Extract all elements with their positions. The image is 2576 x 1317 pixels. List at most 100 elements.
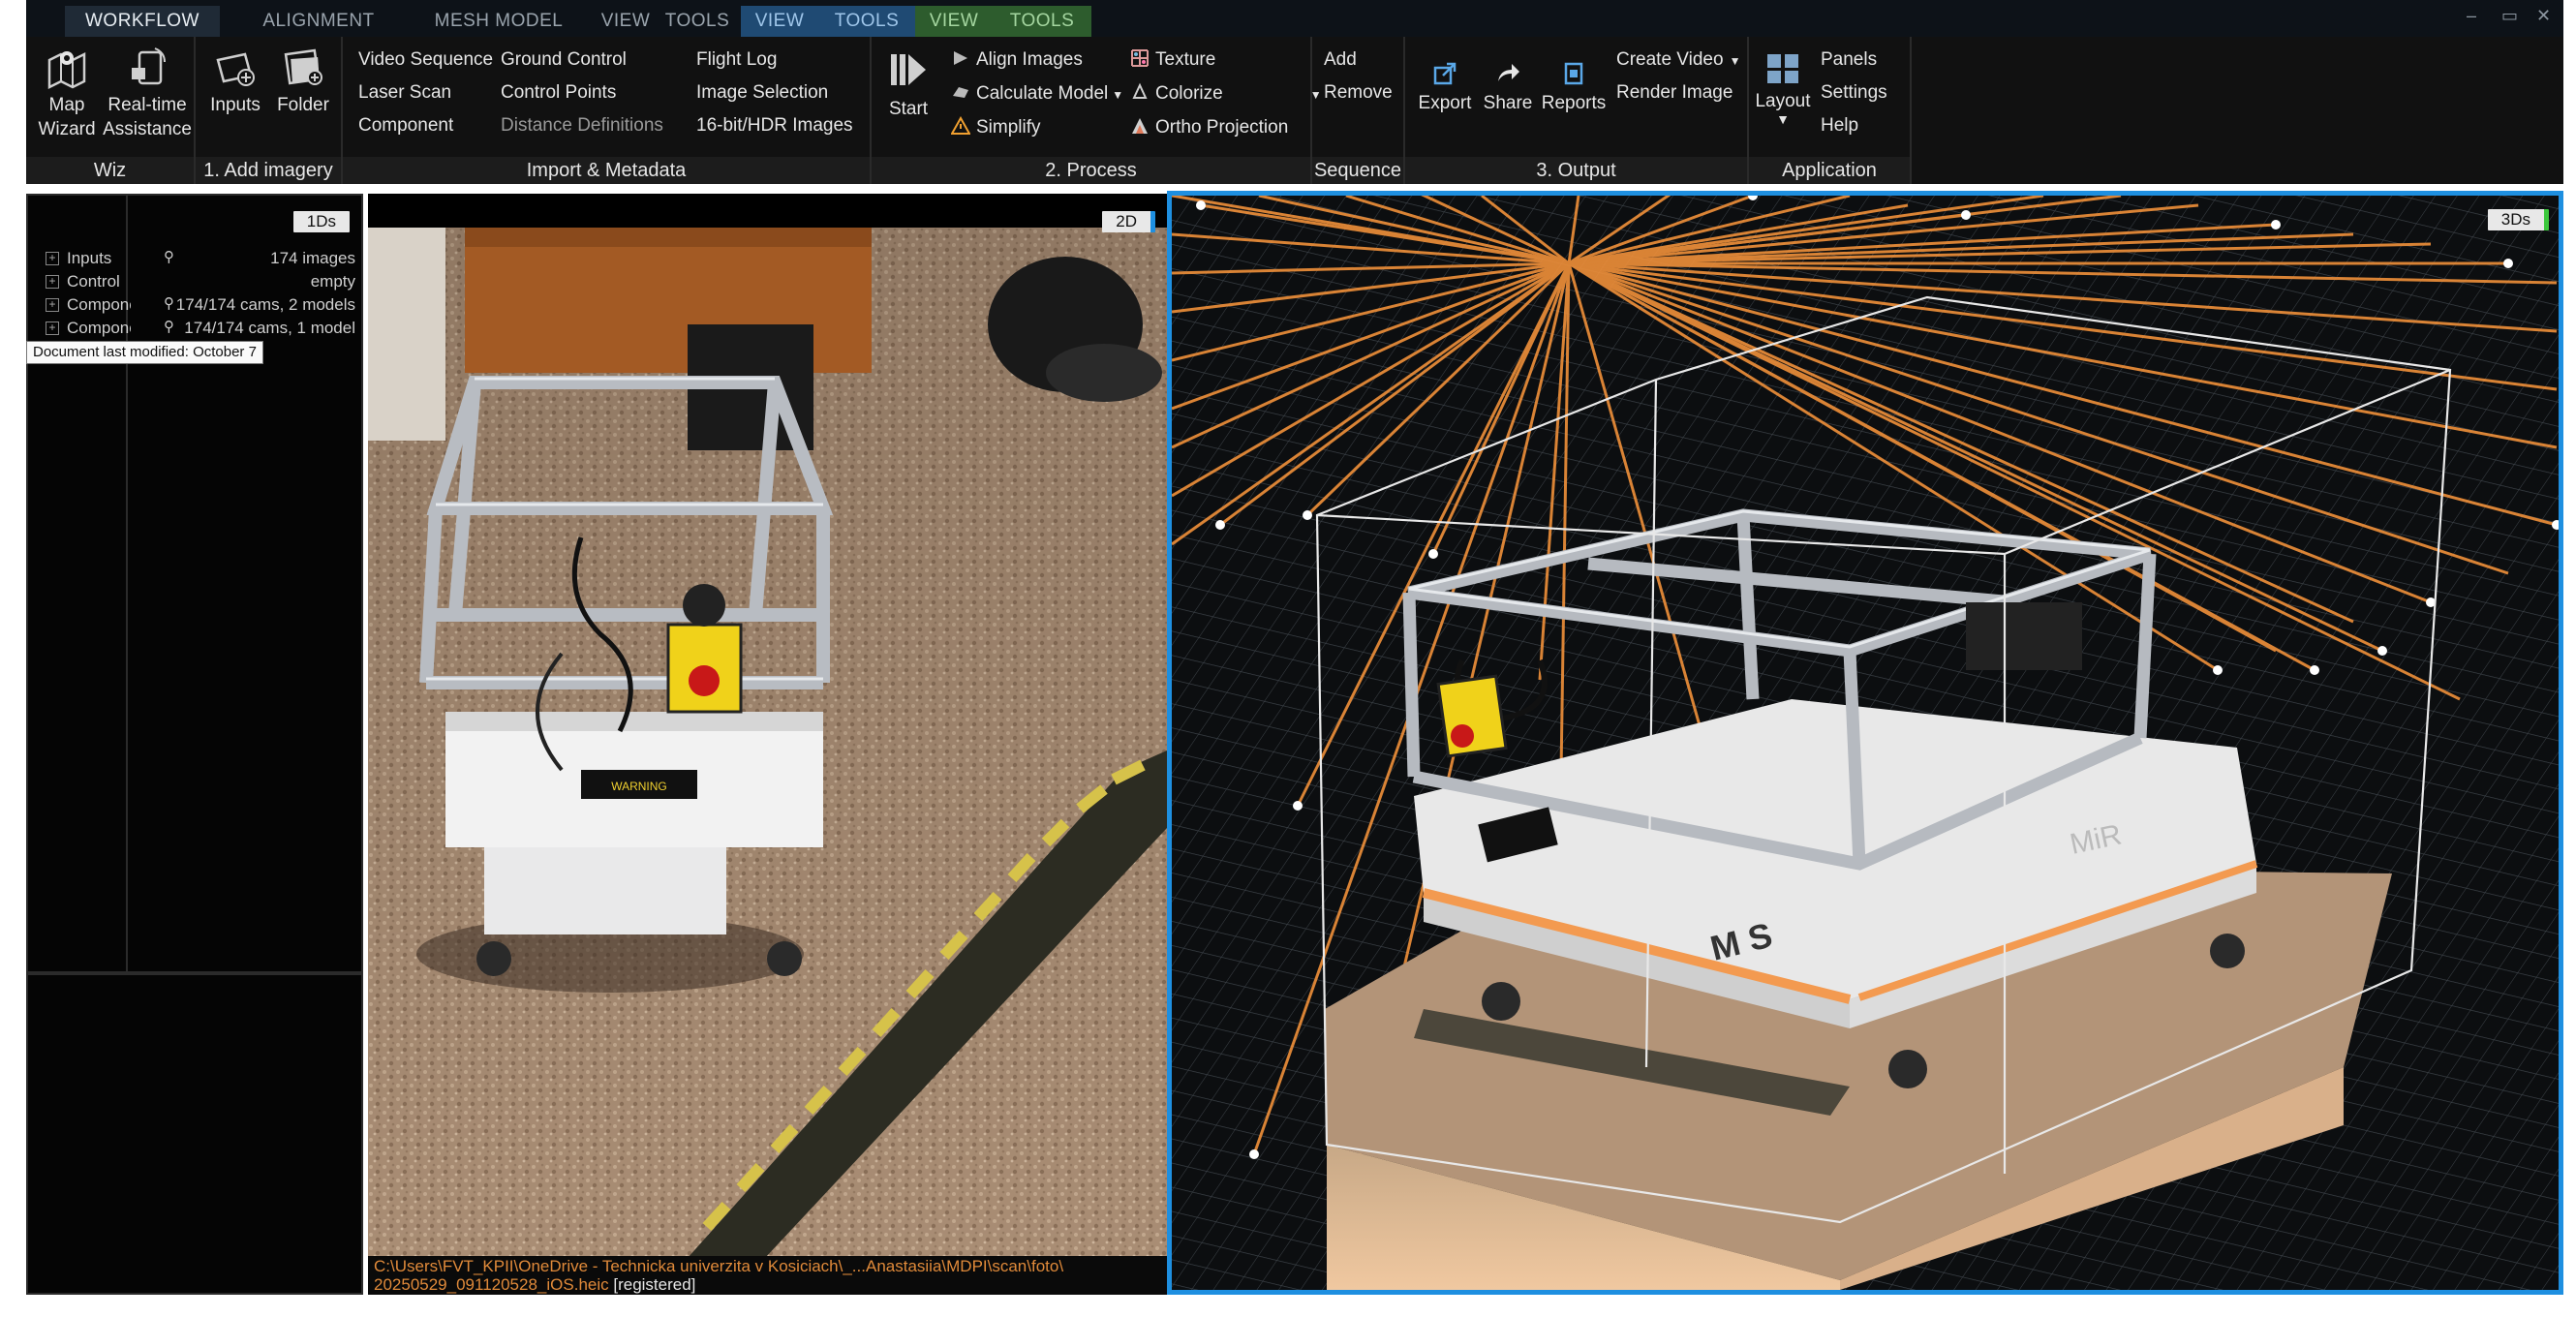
distance-definitions-button[interactable]: Distance Definitions bbox=[501, 114, 663, 138]
tab-view-3d[interactable]: VIEW bbox=[915, 6, 993, 37]
calculate-model-dropdown-icon[interactable]: ▼ bbox=[1112, 88, 1123, 102]
warning-sticker-text: WARNING bbox=[611, 780, 667, 793]
group-process: Start Align Images Calculate Model ▼ Simp… bbox=[872, 37, 1322, 184]
align-images-icon bbox=[954, 51, 967, 65]
expand-icon[interactable]: + bbox=[46, 298, 59, 312]
camera-position-dot[interactable] bbox=[2213, 665, 2223, 675]
tab-tools-3d[interactable]: TOOLS bbox=[993, 6, 1091, 37]
share-label: Share bbox=[1483, 93, 1533, 113]
share-button[interactable]: Share bbox=[1479, 60, 1537, 115]
camera-position-dot[interactable] bbox=[2377, 646, 2387, 656]
component-button[interactable]: Component bbox=[358, 114, 453, 138]
image-selection-button[interactable]: Image Selection bbox=[696, 81, 828, 105]
simplify-button[interactable]: Simplify bbox=[951, 116, 1041, 139]
tree-row-control[interactable]: + Control empty bbox=[46, 271, 355, 294]
tab-alignment[interactable]: ALIGNMENT bbox=[241, 6, 396, 37]
camera-position-dot[interactable] bbox=[2503, 259, 2513, 268]
map-wizard-button[interactable]: Map Wizard bbox=[32, 46, 102, 141]
tree-row-value: empty bbox=[310, 272, 355, 291]
start-label: Start bbox=[888, 99, 929, 119]
colorize-button[interactable]: Colorize ▼ bbox=[1130, 82, 1322, 107]
tab-tools[interactable]: TOOLS bbox=[654, 6, 741, 37]
tab-workflow[interactable]: WORKFLOW bbox=[65, 6, 220, 37]
remove-sequence-button[interactable]: Remove bbox=[1324, 81, 1393, 105]
align-images-button[interactable]: Align Images bbox=[951, 48, 1083, 72]
start-button[interactable]: Start bbox=[879, 46, 937, 121]
inputs-icon bbox=[216, 52, 255, 86]
create-video-button[interactable]: Create Video ▼ bbox=[1616, 48, 1740, 73]
tab-tools-2d[interactable]: TOOLS bbox=[818, 6, 915, 37]
pin-icon: ⚲ bbox=[164, 295, 174, 312]
workflow-tab-bar: WORKFLOW ALIGNMENT MESH MODEL VIEW TOOLS… bbox=[26, 0, 2563, 37]
minimize-icon[interactable]: – bbox=[2467, 6, 2476, 26]
tab-mesh-model[interactable]: MESH MODEL bbox=[412, 6, 586, 37]
create-video-dropdown-icon[interactable]: ▼ bbox=[1730, 54, 1741, 68]
group-wiz-footer: Wiz bbox=[26, 157, 194, 184]
panel-1ds-badge[interactable]: 1Ds bbox=[292, 211, 350, 232]
group-sequence-footer: Sequence bbox=[1312, 157, 1403, 184]
realtime-assistance-button[interactable]: Real-time Assistance bbox=[102, 46, 193, 141]
camera-position-dot[interactable] bbox=[1303, 510, 1312, 520]
inputs-label: Inputs bbox=[210, 95, 261, 115]
ground-control-button[interactable]: Ground Control bbox=[501, 48, 627, 72]
calculate-model-button[interactable]: Calculate Model ▼ bbox=[951, 82, 1123, 107]
bottom-panel bbox=[26, 973, 363, 1295]
create-video-label: Create Video bbox=[1616, 49, 1724, 70]
camera-position-dot[interactable] bbox=[2310, 665, 2319, 675]
add-sequence-button[interactable]: Add bbox=[1324, 48, 1357, 72]
tree-row-component-2[interactable]: + Component ⚲ 174/174 cams, 1 model bbox=[46, 318, 355, 341]
expand-icon[interactable]: + bbox=[46, 275, 59, 289]
scene-3d-canvas[interactable]: M S MiR bbox=[1172, 196, 2559, 1290]
camera-position-dot[interactable] bbox=[1249, 1149, 1259, 1159]
help-button[interactable]: Help bbox=[1821, 114, 1858, 138]
view-2d-badge[interactable]: 2D bbox=[1102, 211, 1155, 232]
group-output: Export Share Reports Create Video ▼ Rende… bbox=[1405, 37, 1749, 184]
camera-position-dot[interactable] bbox=[1215, 520, 1225, 530]
tab-view[interactable]: VIEW bbox=[592, 6, 659, 37]
folder-button[interactable]: Folder bbox=[269, 46, 337, 117]
map-wizard-label-2: Wizard bbox=[38, 119, 96, 139]
camera-position-dot[interactable] bbox=[1961, 210, 1971, 220]
group-add-imagery-footer: 1. Add imagery bbox=[196, 157, 341, 184]
laser-scan-button[interactable]: Laser Scan bbox=[358, 81, 451, 105]
expand-icon[interactable]: + bbox=[46, 322, 59, 335]
layout-button[interactable]: Layout ▼ bbox=[1751, 52, 1815, 126]
texture-button[interactable]: Texture bbox=[1130, 48, 1215, 72]
view-3d-badge[interactable]: 3Ds bbox=[2487, 209, 2549, 230]
layout-label: Layout bbox=[1755, 91, 1811, 111]
hdr-images-button[interactable]: 16-bit/HDR Images bbox=[696, 114, 853, 138]
expand-icon[interactable]: + bbox=[46, 252, 59, 265]
export-button[interactable]: Export bbox=[1413, 60, 1477, 115]
ortho-projection-button[interactable]: Ortho Projection bbox=[1130, 116, 1288, 139]
export-label: Export bbox=[1418, 93, 1472, 113]
view-2d[interactable]: 2D WARNING C:\Users\FVT_KPII\OneDrive - … bbox=[368, 194, 1167, 1295]
reports-button[interactable]: Reports bbox=[1539, 60, 1609, 115]
tree-row-inputs[interactable]: + Inputs ⚲ 174 images bbox=[46, 248, 355, 271]
layout-dropdown-icon[interactable]: ▼ bbox=[1751, 112, 1815, 126]
camera-position-dot[interactable] bbox=[1196, 200, 1206, 210]
view-3d[interactable]: 3Ds M S MiR bbox=[1167, 191, 2563, 1295]
camera-position-dot[interactable] bbox=[1293, 801, 1303, 811]
flight-log-button[interactable]: Flight Log bbox=[696, 48, 777, 72]
render-image-button[interactable]: Render Image bbox=[1616, 81, 1733, 105]
tree-row-value: 174/174 cams, 1 model bbox=[184, 319, 355, 337]
camera-position-dot[interactable] bbox=[2271, 220, 2281, 230]
control-points-button[interactable]: Control Points bbox=[501, 81, 616, 105]
reports-label: Reports bbox=[1541, 93, 1607, 113]
tab-view-2d[interactable]: VIEW bbox=[741, 6, 818, 37]
inputs-button[interactable]: Inputs bbox=[203, 46, 267, 117]
video-sequence-button[interactable]: Video Sequence bbox=[358, 48, 493, 72]
photo-2d-image: WARNING bbox=[368, 228, 1167, 1258]
pin-icon: ⚲ bbox=[164, 319, 174, 335]
close-icon[interactable]: ✕ bbox=[2536, 6, 2551, 26]
panels-button[interactable]: Panels bbox=[1821, 48, 1877, 72]
settings-button[interactable]: Settings bbox=[1821, 81, 1887, 105]
camera-position-dot[interactable] bbox=[1428, 549, 1438, 559]
tree-row-component-1[interactable]: + Component ⚲ 174/174 cams, 2 models bbox=[46, 294, 355, 318]
registered-status: [registered] bbox=[613, 1275, 696, 1294]
maximize-icon[interactable]: ▭ bbox=[2501, 6, 2518, 26]
layout-icon bbox=[1767, 54, 1798, 83]
realtime-assistance-icon bbox=[132, 47, 166, 85]
start-icon bbox=[891, 54, 926, 85]
texture-icon bbox=[1131, 49, 1149, 67]
